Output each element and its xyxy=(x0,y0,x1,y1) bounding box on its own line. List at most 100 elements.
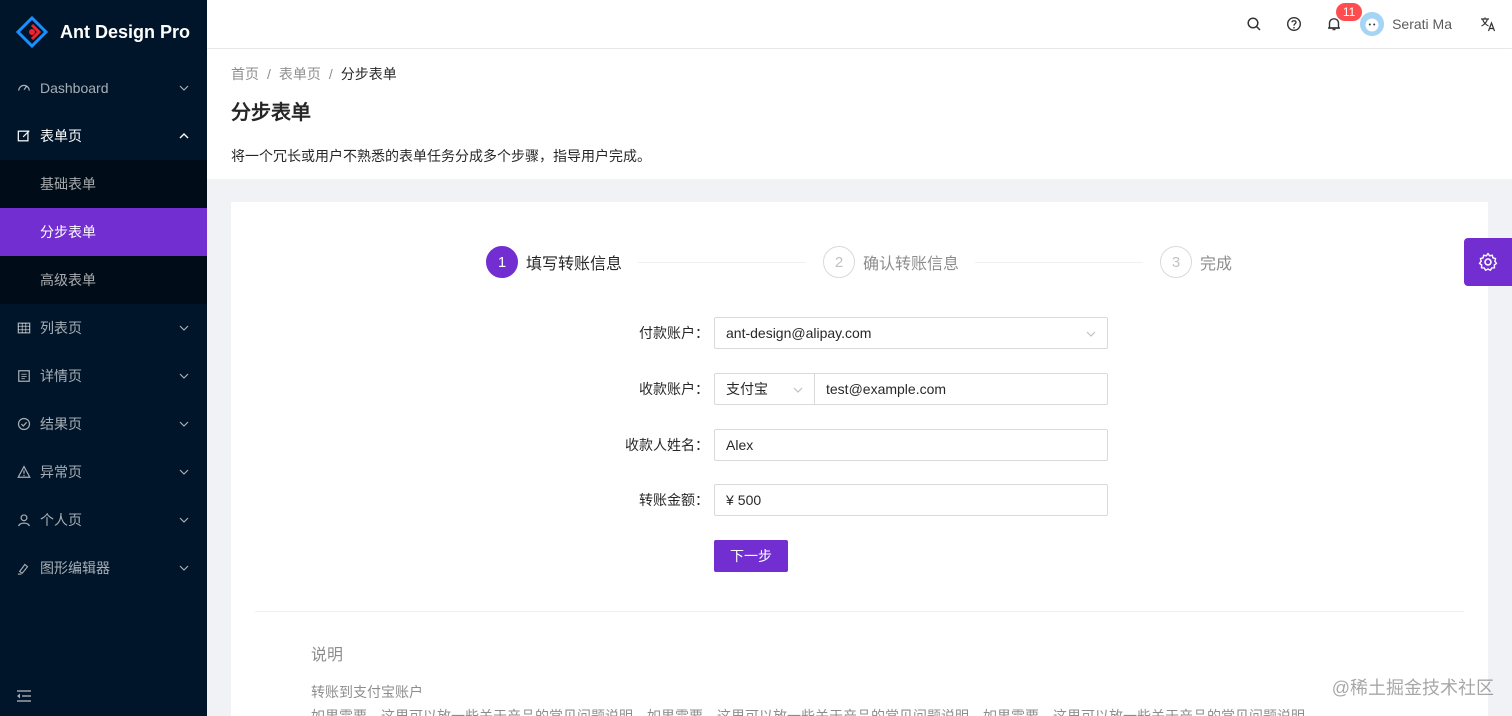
chevron-down-icon xyxy=(179,565,189,571)
breadcrumb-current: 分步表单 xyxy=(340,66,397,82)
breadcrumb-separator: / xyxy=(267,66,271,82)
table-icon xyxy=(16,320,32,336)
avatar xyxy=(1360,12,1385,36)
step-number: 1 xyxy=(486,246,518,278)
sidebar-item-label: 表单页 xyxy=(40,128,82,144)
pay-account-select[interactable]: ant-design@alipay.com xyxy=(714,317,1108,349)
sidebar-item-list[interactable]: 列表页 xyxy=(0,304,207,352)
header-actions: 11 Serati Ma xyxy=(1234,0,1512,48)
chevron-down-icon xyxy=(179,373,189,379)
setting-icon xyxy=(1478,252,1498,271)
notification-badge: 11 xyxy=(1336,3,1363,21)
translation-icon xyxy=(1481,17,1496,32)
top-header: 11 Serati Ma xyxy=(207,0,1512,48)
chevron-down-icon xyxy=(179,85,189,91)
app-title: Ant Design Pro xyxy=(60,21,191,42)
highlight-icon xyxy=(16,560,32,576)
breadcrumb-separator: / xyxy=(328,66,333,82)
check-circle-icon xyxy=(16,416,32,432)
select-value: 支付宝 xyxy=(726,381,768,397)
sidebar-item-label: 高级表单 xyxy=(40,272,96,288)
breadcrumb: 首页 / 表单页 / 分步表单 xyxy=(231,63,1488,85)
sidebar-item-form[interactable]: 表单页 xyxy=(0,112,207,160)
sidebar-item-label: 基础表单 xyxy=(40,176,96,192)
account-type-select[interactable]: 支付宝 xyxy=(715,374,815,404)
currency-prefix: ¥ xyxy=(726,492,734,508)
chevron-up-icon xyxy=(179,133,189,139)
header-search[interactable] xyxy=(1234,0,1274,48)
language-switcher[interactable] xyxy=(1464,0,1512,48)
chevron-down-icon xyxy=(1086,331,1096,337)
divider xyxy=(255,611,1464,612)
page-header: 首页 / 表单页 / 分步表单 分步表单 将一个冗长或用户不熟悉的表单任务分成多个步骤，… xyxy=(207,49,1512,179)
sidebar-item-advanced-form[interactable]: 高级表单 xyxy=(0,256,207,304)
menu-fold-icon[interactable] xyxy=(16,688,32,704)
receiver-account-input[interactable]: test@example.com xyxy=(815,381,946,397)
step-3: 3 完成 xyxy=(1160,246,1232,278)
receiver-account-group: 支付宝 test@example.com xyxy=(714,373,1108,405)
chevron-down-icon xyxy=(179,517,189,523)
question-circle-icon xyxy=(1287,16,1302,32)
receiver-name-input[interactable]: Alex xyxy=(714,429,1108,461)
header-help[interactable] xyxy=(1274,0,1314,48)
avatar-icon xyxy=(1360,12,1385,36)
logo[interactable]: Ant Design Pro xyxy=(0,0,207,64)
user-menu[interactable]: Serati Ma xyxy=(1354,0,1464,48)
form-label: 转账金额： xyxy=(639,492,709,508)
user-icon xyxy=(16,512,32,528)
step-title: 填写转账信息 xyxy=(526,256,623,273)
search-icon xyxy=(1247,17,1261,31)
step-form-card: 1 填写转账信息 2 确认转账信息 3 完成 付款账户： ant-design@… xyxy=(231,202,1488,716)
step-number: 2 xyxy=(823,246,855,278)
sidebar-item-result[interactable]: 结果页 xyxy=(0,400,207,448)
select-value: ant-design@alipay.com xyxy=(726,325,872,341)
ant-design-logo-icon xyxy=(16,16,48,48)
explanation-subtitle: 转账到支付宝账户 xyxy=(311,684,423,700)
amount-input[interactable]: ¥ 500 xyxy=(714,484,1108,516)
form-row-receiver-account: 收款账户： 支付宝 test@example.com xyxy=(231,373,1488,405)
sidebar-item-profile[interactable]: 详情页 xyxy=(0,352,207,400)
submenu-form: 基础表单 分步表单 高级表单 xyxy=(0,160,207,304)
explanation-title: 说明 xyxy=(311,647,344,664)
sidebar-item-label: 详情页 xyxy=(40,368,82,384)
sidebar-item-basic-form[interactable]: 基础表单 xyxy=(0,160,207,208)
chevron-down-icon xyxy=(179,325,189,331)
chevron-down-icon xyxy=(179,469,189,475)
sidebar-item-account[interactable]: 个人页 xyxy=(0,496,207,544)
sidebar-item-label: 异常页 xyxy=(40,464,82,480)
settings-drawer-button[interactable] xyxy=(1464,238,1512,286)
form-row-pay-account: 付款账户： ant-design@alipay.com xyxy=(231,317,1488,349)
form-label: 收款账户： xyxy=(639,381,709,397)
header-notifications[interactable]: 11 xyxy=(1314,0,1363,48)
steps: 1 填写转账信息 2 确认转账信息 3 完成 xyxy=(486,246,1246,278)
step-connector xyxy=(638,262,806,263)
user-name: Serati Ma xyxy=(1392,16,1452,32)
form-label: 付款账户： xyxy=(639,325,709,341)
form-label: 收款人姓名： xyxy=(625,437,709,453)
warning-icon xyxy=(16,464,32,480)
profile-icon xyxy=(16,368,32,384)
sidebar-item-label: 分步表单 xyxy=(40,224,96,240)
input-value: 500 xyxy=(737,492,762,508)
breadcrumb-form[interactable]: 表单页 xyxy=(279,66,321,82)
next-step-button[interactable]: 下一步 xyxy=(714,540,788,572)
sidebar-item-dashboard[interactable]: Dashboard xyxy=(0,64,207,112)
dashboard-icon xyxy=(16,80,32,96)
sidebar-item-exception[interactable]: 异常页 xyxy=(0,448,207,496)
step-connector xyxy=(975,262,1143,263)
page-description: 将一个冗长或用户不熟悉的表单任务分成多个步骤，指导用户完成。 xyxy=(231,148,651,164)
sidebar-item-label: 个人页 xyxy=(40,512,82,528)
sidebar-item-label: 结果页 xyxy=(40,416,82,432)
explanation-text: 如果需要，这里可以放一些关于产品的常见问题说明。如果需要，这里可以放一些关于产品… xyxy=(311,708,1311,716)
step-1: 1 填写转账信息 xyxy=(486,246,622,278)
watermark: @稀土掘金技术社区 xyxy=(1331,678,1494,698)
step-number: 3 xyxy=(1160,246,1192,278)
sidebar-item-step-form[interactable]: 分步表单 xyxy=(0,208,207,256)
sidebar-item-label: 列表页 xyxy=(40,320,82,336)
input-value: Alex xyxy=(726,437,754,453)
sidebar: Ant Design Pro Dashboard 表单页 基础表单 分步表单 高… xyxy=(0,0,207,716)
sidebar-item-editor[interactable]: 图形编辑器 xyxy=(0,544,207,592)
form-row-receiver-name: 收款人姓名： Alex xyxy=(231,429,1488,461)
breadcrumb-home[interactable]: 首页 xyxy=(231,66,259,82)
form-row-amount: 转账金额： ¥ 500 xyxy=(231,484,1488,516)
